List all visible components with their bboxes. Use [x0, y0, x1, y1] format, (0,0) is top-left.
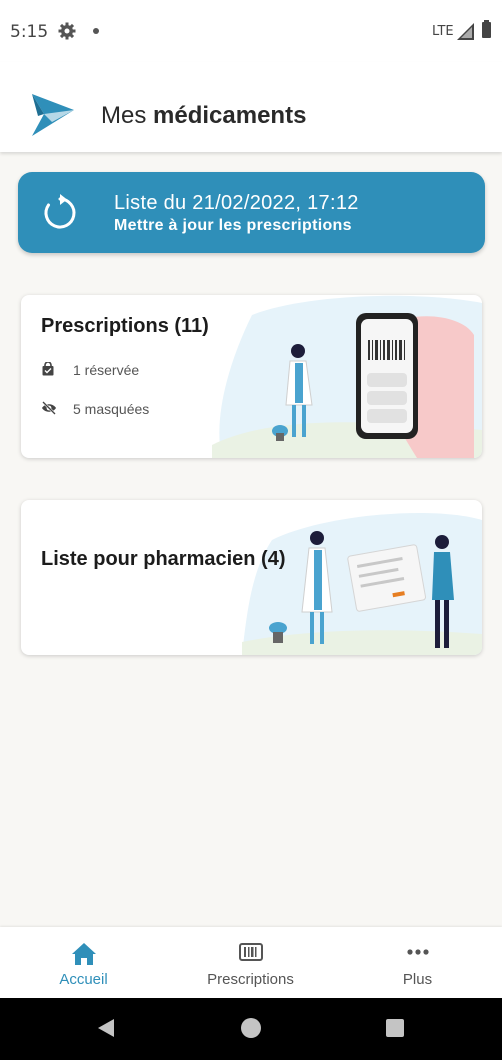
recent-apps-icon[interactable] — [386, 1019, 404, 1037]
page-title: Mes médicaments — [101, 102, 306, 130]
barcode-icon — [238, 942, 263, 967]
back-icon[interactable] — [96, 1018, 116, 1043]
nav-item-prescriptions[interactable]: Prescriptions — [167, 927, 334, 998]
refresh-icon — [41, 194, 79, 237]
pharmacist-illustration — [242, 512, 482, 655]
update-date-label: Liste du 21/02/2022, 17:12 — [114, 192, 359, 214]
nav-label-prescriptions: Prescriptions — [207, 971, 294, 988]
eye-off-icon — [41, 401, 57, 418]
reserved-label: 1 réservée — [73, 362, 140, 378]
notification-dot-icon — [93, 28, 99, 34]
nav-label-accueil: Accueil — [59, 971, 108, 988]
more-icon — [405, 942, 431, 967]
prescriptions-illustration — [212, 295, 482, 458]
pharmacist-card-title: Liste pour pharmacien (4) — [41, 548, 286, 570]
home-circle-icon[interactable] — [241, 1018, 261, 1038]
gear-icon — [58, 22, 76, 45]
status-bar: 5:15 LTE — [0, 0, 502, 62]
battery-icon — [482, 20, 491, 38]
nav-item-plus[interactable]: Plus — [334, 927, 501, 998]
bottom-navigation: Accueil Prescriptions Plus — [0, 927, 502, 998]
nav-label-plus: Plus — [402, 971, 433, 988]
signal-icon — [457, 23, 474, 45]
page-title-regular: Mes — [101, 102, 147, 129]
page-title-bold: médicaments — [153, 102, 307, 129]
shopping-bag-icon — [41, 361, 55, 379]
hidden-label: 5 masquées — [73, 401, 150, 417]
update-prescriptions-button[interactable]: Liste du 21/02/2022, 17:12 Mettre à jour… — [18, 172, 485, 253]
system-navigation-bar — [0, 998, 502, 1060]
nav-item-accueil[interactable]: Accueil — [0, 927, 167, 998]
app-bar: Mes médicaments — [0, 62, 502, 152]
app-logo-icon — [30, 92, 76, 143]
pharmacist-list-card[interactable]: Liste pour pharmacien (4) — [21, 500, 482, 655]
status-time: 5:15 — [10, 22, 49, 42]
prescriptions-card[interactable]: Prescriptions (11) 1 réservée 5 masquées — [21, 295, 482, 458]
home-icon — [71, 942, 97, 971]
update-action-label: Mettre à jour les prescriptions — [114, 217, 352, 234]
prescriptions-card-title: Prescriptions (11) — [41, 315, 209, 337]
network-type: LTE — [432, 24, 454, 39]
